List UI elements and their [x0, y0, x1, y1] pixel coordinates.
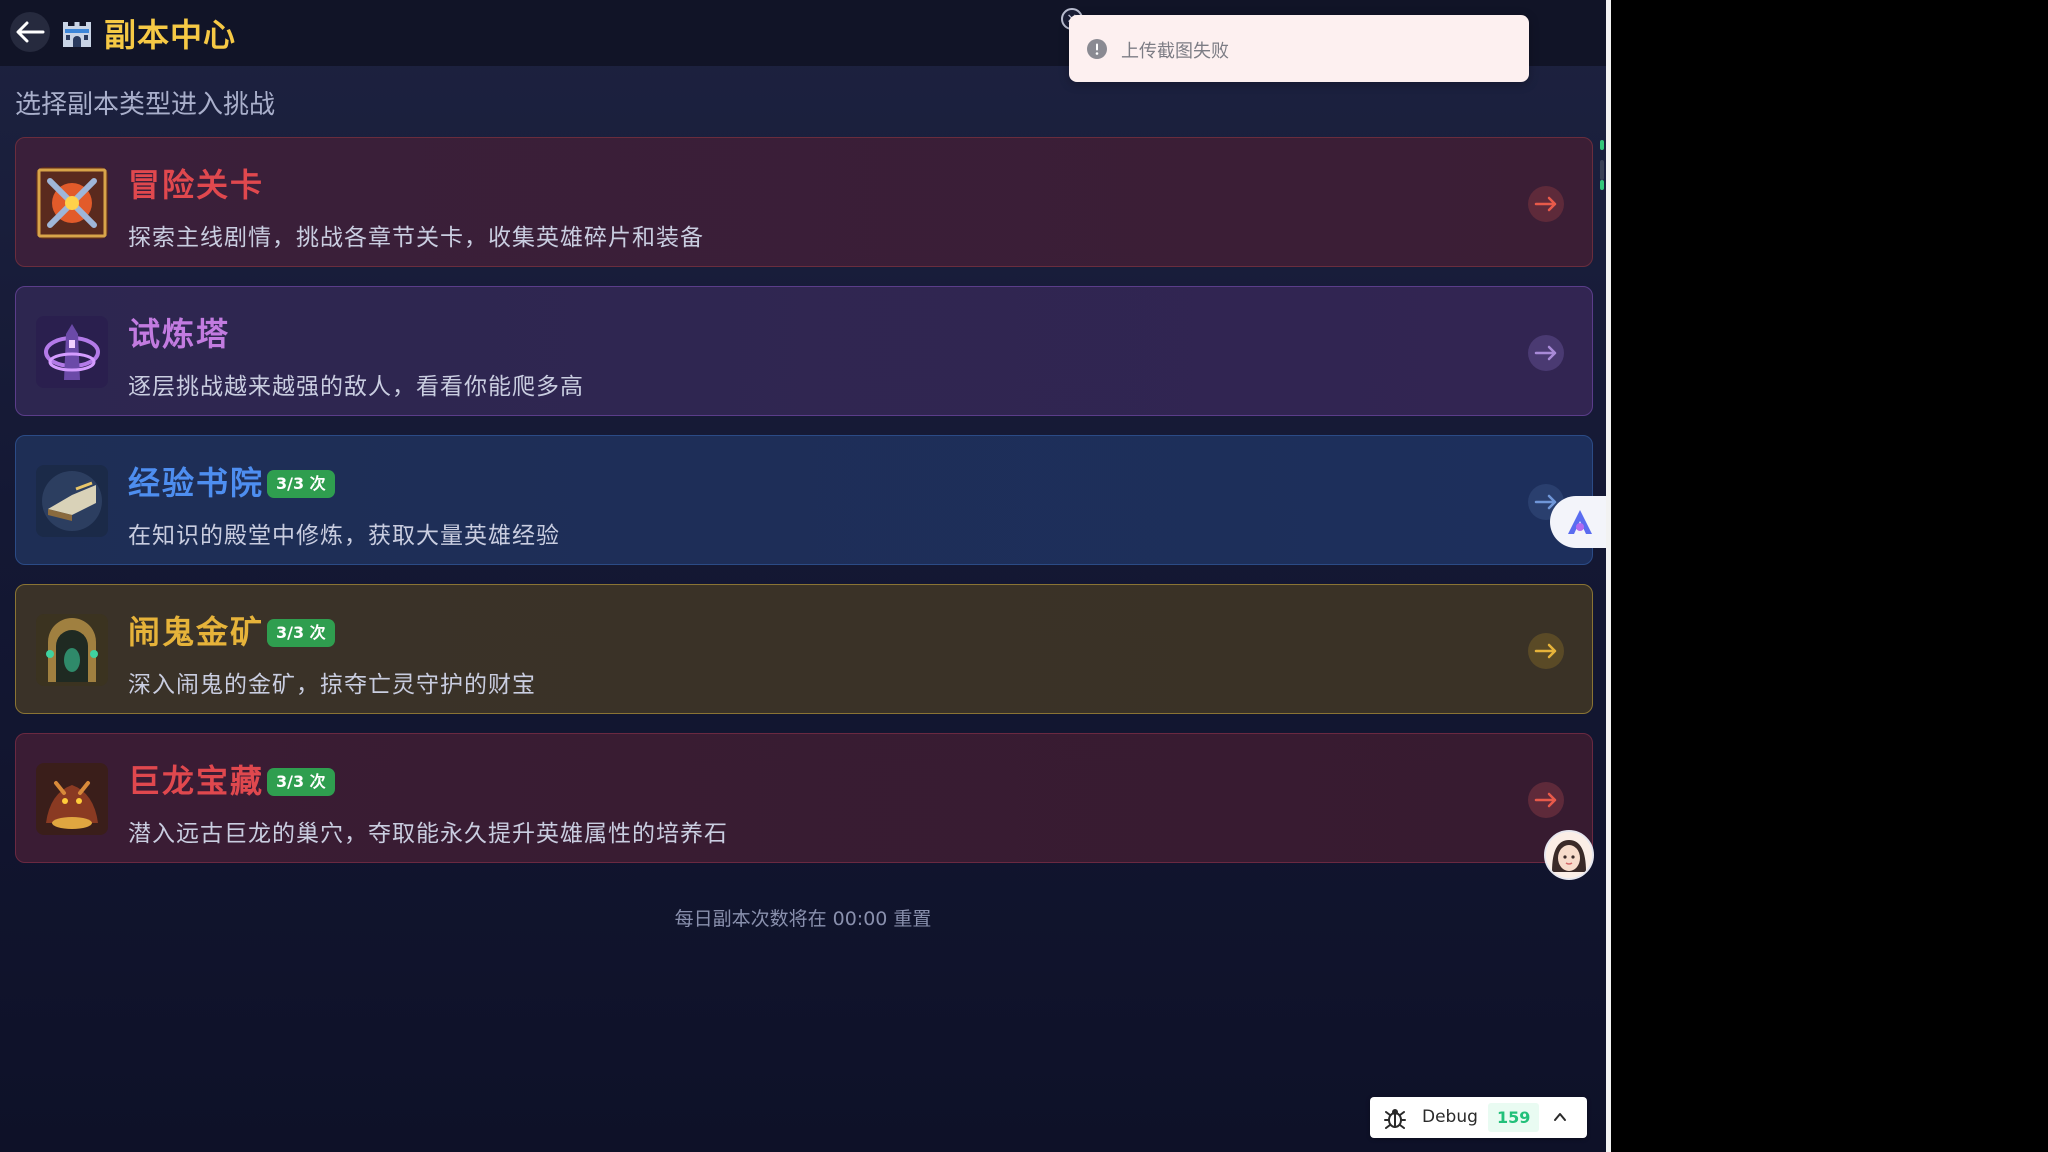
arrow-right-icon — [1534, 345, 1557, 361]
dragon-icon — [36, 763, 108, 835]
page-title: 副本中心 — [104, 16, 237, 54]
dungeon-card-trial-tower[interactable]: 试炼塔 逐层挑战越来越强的敌人，看看你能爬多高 — [15, 286, 1593, 416]
window-divider — [1606, 0, 1611, 1152]
arrow-right-icon — [1534, 643, 1557, 659]
chevron-up-icon — [1554, 1113, 1566, 1121]
assistant-float-button[interactable] — [1550, 496, 1606, 548]
book-icon — [36, 465, 108, 537]
reset-note: 每日副本次数将在 00:00 重置 — [674, 908, 932, 930]
exclamation-circle-icon — [1087, 39, 1107, 59]
dungeon-desc: 潜入远古巨龙的巢穴，夺取能永久提升英雄属性的培养石 — [128, 821, 728, 847]
bug-icon — [1384, 1109, 1406, 1129]
crossed-swords-icon — [36, 167, 108, 239]
dungeon-name: 闹鬼金矿 — [128, 613, 265, 651]
toast-message: 上传截图失败 — [1121, 41, 1229, 62]
enter-arrow-button[interactable] — [1528, 633, 1564, 669]
arrow-left-icon — [16, 21, 45, 43]
arrow-right-icon — [1534, 196, 1557, 212]
dungeon-name: 巨龙宝藏 — [128, 762, 265, 800]
arrow-right-icon — [1534, 792, 1557, 808]
dungeon-card-exp-academy[interactable]: 经验书院 3/3 次 在知识的殿堂中修炼，获取大量英雄经验 — [15, 435, 1593, 565]
dungeon-name: 试炼塔 — [128, 315, 231, 353]
error-toast: 上传截图失败 — [1069, 15, 1529, 82]
avatar[interactable] — [1544, 830, 1594, 880]
dungeon-name: 冒险关卡 — [128, 166, 265, 204]
assistant-icon — [1568, 510, 1592, 534]
enter-arrow-button[interactable] — [1528, 186, 1564, 222]
attempts-badge: 3/3 次 — [267, 768, 335, 796]
dungeon-card-dragon-treasure[interactable]: 巨龙宝藏 3/3 次 潜入远古巨龙的巢穴，夺取能永久提升英雄属性的培养石 — [15, 733, 1593, 863]
dungeon-desc: 在知识的殿堂中修炼，获取大量英雄经验 — [128, 523, 560, 549]
dungeon-card-adventure[interactable]: 冒险关卡 探索主线剧情，挑战各章节关卡，收集英雄碎片和装备 — [15, 137, 1593, 267]
avatar-icon — [1546, 832, 1592, 878]
debug-label: Debug — [1422, 1107, 1478, 1127]
debug-panel-toggle[interactable]: Debug 159 — [1370, 1097, 1587, 1138]
back-button[interactable] — [10, 12, 50, 52]
dungeon-desc: 探索主线剧情，挑战各章节关卡，收集英雄碎片和装备 — [128, 225, 704, 251]
dungeon-desc: 逐层挑战越来越强的敌人，看看你能爬多高 — [128, 374, 584, 400]
dungeon-card-haunted-mine[interactable]: 闹鬼金矿 3/3 次 深入闹鬼的金矿，掠夺亡灵守护的财宝 — [15, 584, 1593, 714]
castle-icon — [63, 22, 91, 47]
dungeon-desc: 深入闹鬼的金矿，掠夺亡灵守护的财宝 — [128, 672, 536, 698]
enter-arrow-button[interactable] — [1528, 335, 1564, 371]
app-window: 副本中心 选择副本类型进入挑战 冒险关卡 探索主线剧情，挑战各章节关卡，收集英雄… — [0, 0, 1606, 1152]
enter-arrow-button[interactable] — [1528, 782, 1564, 818]
dungeon-name: 经验书院 — [128, 464, 265, 502]
attempts-badge: 3/3 次 — [267, 470, 335, 498]
attempts-badge: 3/3 次 — [267, 619, 335, 647]
tower-icon — [36, 316, 108, 388]
page-subtitle: 选择副本类型进入挑战 — [15, 90, 276, 120]
mine-gate-icon — [36, 614, 108, 686]
debug-count: 159 — [1488, 1103, 1540, 1132]
